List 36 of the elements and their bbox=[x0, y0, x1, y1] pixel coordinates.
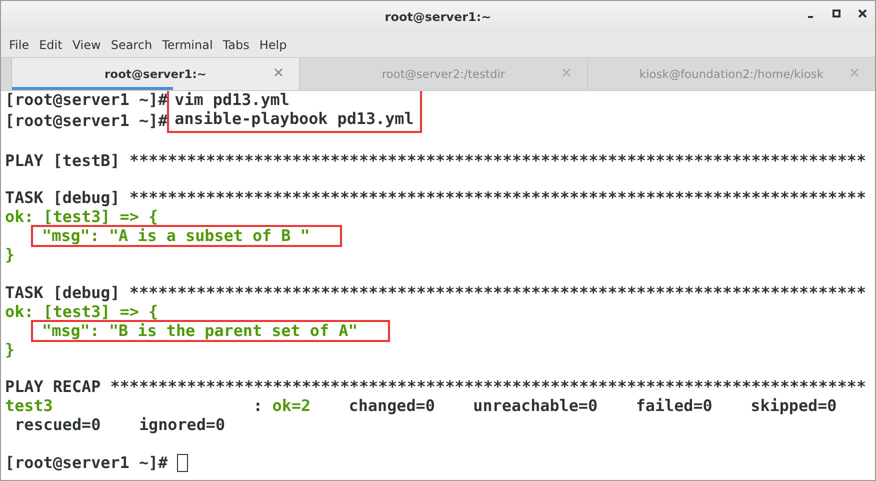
separator: : bbox=[253, 397, 263, 416]
shell-prompt: [root@server1 ~]# bbox=[5, 454, 168, 473]
menu-item[interactable]: View bbox=[67, 38, 106, 52]
host-name: test3 bbox=[5, 397, 54, 416]
menu-item[interactable]: Terminal bbox=[157, 38, 218, 52]
output-line: ok: [test3] => { bbox=[5, 302, 158, 322]
shell-command: ansible-playbook pd13.yml bbox=[174, 110, 414, 129]
section-header: PLAY [testB] ***************************************************************************** bbox=[5, 152, 866, 171]
output-line: } bbox=[5, 340, 15, 360]
shell-prompt: [root@server1 ~]# bbox=[5, 112, 168, 131]
output-line: ok: [test3] => { bbox=[5, 208, 158, 228]
stat-value: unreachable=0 bbox=[473, 397, 598, 416]
terminal-tab[interactable]: root@server1:~ bbox=[11, 58, 299, 90]
highlighted-message: "msg": "B is the parent set of A" bbox=[31, 320, 390, 342]
stat-value: ok=2 bbox=[272, 397, 311, 416]
stat-value: skipped=0 bbox=[750, 397, 837, 416]
menu-item[interactable]: File bbox=[4, 38, 34, 52]
maximize-icon[interactable] bbox=[832, 9, 841, 18]
highlighted-message: "msg": "A is a subset of B " bbox=[31, 225, 342, 248]
stat-value: changed=0 bbox=[348, 397, 435, 416]
shell-prompt: [root@server1 ~]# bbox=[5, 91, 168, 110]
close-icon[interactable] bbox=[858, 9, 867, 18]
window-title: root@server1:~ bbox=[384, 10, 492, 24]
menu-item[interactable]: Tabs bbox=[218, 38, 254, 52]
text-cursor bbox=[177, 454, 188, 472]
menu-item[interactable]: Help bbox=[254, 38, 292, 52]
section-header: TASK [debug] ***************************************************************************** bbox=[5, 189, 866, 208]
stat-value: failed=0 bbox=[636, 397, 712, 416]
section-header: TASK [debug] ***************************************************************************** bbox=[5, 284, 866, 303]
stat-value: ignored=0 bbox=[138, 416, 226, 436]
stat-value: rescued=0 bbox=[14, 416, 101, 436]
menu-item[interactable]: Search bbox=[106, 38, 158, 52]
menu-item[interactable]: Edit bbox=[34, 38, 68, 52]
output-line: } bbox=[5, 246, 15, 266]
section-header: PLAY RECAP ******************************************************************************* bbox=[5, 378, 866, 398]
shell-command: vim pd13.yml bbox=[174, 91, 290, 110]
